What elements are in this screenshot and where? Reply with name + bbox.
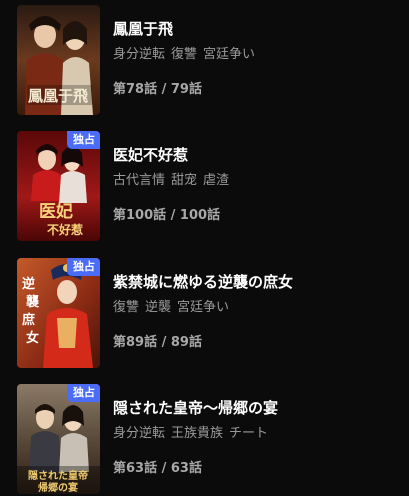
drama-poster[interactable]: 逆 襲 庶 女 独占 — [17, 258, 100, 368]
drama-title[interactable]: 隠された皇帝〜帰郷の宴 — [113, 397, 278, 418]
svg-text:不好惹: 不好惹 — [47, 222, 83, 237]
drama-poster[interactable]: 鳳凰于飛 — [17, 5, 100, 115]
drama-tags: 身分逆転 王族貴族 チート — [113, 422, 274, 441]
genre-tag: 身分逆転 — [113, 426, 166, 441]
genre-tag: 宮廷争い — [177, 300, 230, 315]
genre-tag: 古代言情 — [113, 173, 166, 188]
svg-text:庶: 庶 — [22, 312, 35, 328]
genre-tag: 虐渣 — [203, 173, 230, 188]
drama-title[interactable]: 医妃不好惹 — [113, 144, 188, 165]
drama-list: 鳳凰于飛 鳳凰于飛 身分逆転 復讐 宮廷争い 第78話 / 79話 医妃 不好惹… — [0, 0, 409, 494]
exclusive-badge: 独占 — [67, 131, 100, 149]
genre-tag: 身分逆転 — [113, 47, 166, 62]
episode-count: 第63話 / 63話 — [113, 461, 202, 476]
genre-tag: 復讐 — [171, 47, 198, 62]
drama-list-item[interactable]: 隠された皇帝 帰郷の宴 独占 隠された皇帝〜帰郷の宴 身分逆転 王族貴族 チート 第… — [0, 384, 409, 496]
exclusive-badge: 独占 — [67, 258, 100, 276]
genre-tag: 復讐 — [113, 300, 140, 315]
drama-list-item[interactable]: 鳳凰于飛 鳳凰于飛 身分逆転 復讐 宮廷争い 第78話 / 79話 — [0, 5, 409, 117]
drama-poster[interactable]: 隠された皇帝 帰郷の宴 独占 — [17, 384, 100, 494]
poster-title-text: 鳳凰于飛 — [28, 87, 88, 105]
drama-tags: 復讐 逆襲 宮廷争い — [113, 296, 235, 315]
genre-tag: 逆襲 — [145, 300, 172, 315]
svg-text:女: 女 — [26, 330, 39, 346]
drama-list-item[interactable]: 逆 襲 庶 女 独占 紫禁城に燃ゆる逆襲の庶女 復讐 逆襲 宮廷争い 第89話 / … — [0, 258, 409, 370]
drama-tags: 古代言情 甜宠 虐渣 — [113, 169, 235, 188]
genre-tag: 宮廷争い — [203, 47, 256, 62]
genre-tag: チート — [229, 426, 269, 441]
svg-text:襲: 襲 — [26, 294, 40, 310]
drama-tags: 身分逆転 復讐 宮廷争い — [113, 43, 261, 62]
drama-list-item[interactable]: 医妃 不好惹 独占 医妃不好惹 古代言情 甜宠 虐渣 第100話 / 100話 — [0, 131, 409, 243]
poster-image: 鳳凰于飛 — [17, 5, 100, 115]
episode-count: 第100話 / 100話 — [113, 208, 221, 223]
svg-text:逆: 逆 — [22, 276, 35, 292]
drama-title[interactable]: 鳳凰于飛 — [113, 18, 173, 39]
genre-tag: 甜宠 — [171, 173, 198, 188]
svg-text:帰郷の宴: 帰郷の宴 — [38, 481, 78, 494]
drama-title[interactable]: 紫禁城に燃ゆる逆襲の庶女 — [113, 271, 293, 292]
drama-poster[interactable]: 医妃 不好惹 独占 — [17, 131, 100, 241]
genre-tag: 王族貴族 — [171, 426, 224, 441]
svg-text:隠された皇帝: 隠された皇帝 — [28, 469, 88, 482]
episode-count: 第78話 / 79話 — [113, 82, 202, 97]
exclusive-badge: 独占 — [67, 384, 100, 402]
episode-count: 第89話 / 89話 — [113, 335, 202, 350]
svg-text:医妃: 医妃 — [39, 201, 73, 222]
